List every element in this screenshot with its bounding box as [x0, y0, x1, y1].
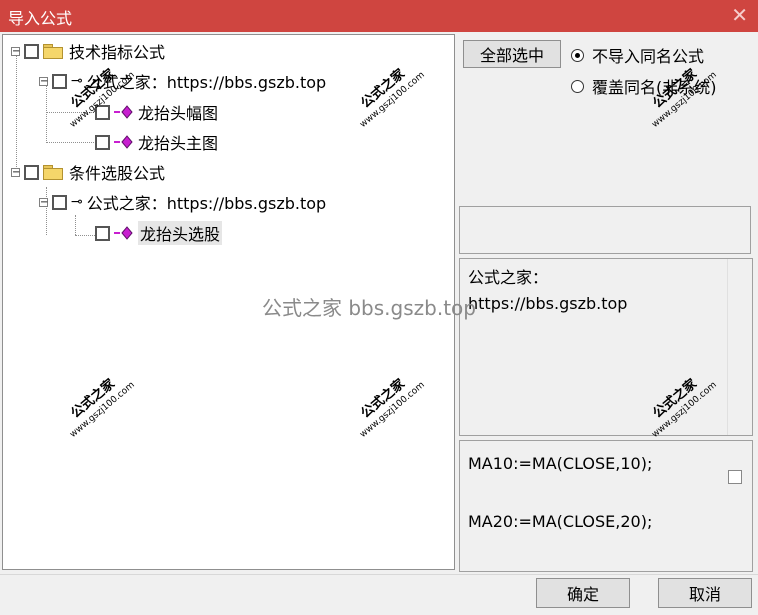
divider	[0, 574, 758, 575]
tree-connector	[46, 142, 94, 143]
tree-node-formula[interactable]: 龙抬头幅图	[95, 98, 218, 126]
collapse-icon[interactable]: −	[39, 76, 48, 86]
tree-checkbox[interactable]	[95, 225, 110, 241]
formula-icon	[114, 104, 134, 120]
folder-icon	[43, 44, 63, 59]
radio-label: 不导入同名公式	[592, 47, 705, 66]
select-all-button[interactable]: 全部选中	[463, 40, 561, 68]
collapse-icon[interactable]: −	[11, 167, 20, 177]
tree-node-formula[interactable]: 龙抬头主图	[95, 128, 218, 156]
tree-checkbox[interactable]	[24, 43, 39, 59]
tree-node-label: 条件选股公式	[69, 164, 166, 183]
collapse-icon[interactable]: −	[11, 46, 20, 56]
radio-button[interactable]	[571, 79, 584, 93]
watermark-center: 公式之家 bbs.gszb.top	[262, 296, 476, 320]
tree-node-folder[interactable]: − 技术指标公式	[11, 37, 165, 65]
tree-checkbox[interactable]	[52, 194, 67, 210]
tree-checkbox[interactable]	[52, 73, 67, 89]
formula-icon	[114, 225, 134, 241]
info-line: 公式之家：	[468, 268, 549, 287]
tree-node-label: 龙抬头幅图	[138, 104, 219, 123]
tree-node-formula[interactable]: 龙抬头选股	[95, 219, 223, 247]
cancel-button[interactable]: 取消	[658, 578, 752, 608]
close-icon[interactable]: ✕	[731, 3, 748, 27]
radio-no-import-same[interactable]: 不导入同名公式	[571, 43, 704, 67]
info-panel: 公式之家： https://bbs.gszb.top	[459, 258, 753, 436]
code-checkbox[interactable]	[728, 470, 742, 484]
code-line: MA10:=MA(CLOSE,10);	[468, 454, 653, 473]
collapse-icon[interactable]: −	[39, 197, 48, 207]
window-title: 导入公式	[8, 9, 73, 28]
tree-checkbox[interactable]	[24, 164, 39, 180]
info-scrollbar[interactable]	[727, 259, 752, 435]
tree-node-label: 龙抬头选股	[138, 221, 223, 245]
title-bar: 导入公式 ✕	[0, 0, 758, 32]
description-box	[459, 206, 751, 254]
tree-connector	[75, 215, 76, 235]
tree-node-source[interactable]: − ⊸ 公式之家：https://bbs.gszb.top	[39, 188, 326, 216]
key-icon: ⊸	[71, 73, 83, 89]
tree-node-folder[interactable]: − 条件选股公式	[11, 158, 165, 186]
ok-button[interactable]: 确定	[536, 578, 630, 608]
radio-button[interactable]	[571, 48, 584, 62]
formula-icon	[114, 134, 134, 150]
tree-node-label: 龙抬头主图	[138, 134, 219, 153]
folder-icon	[43, 165, 63, 180]
tree-checkbox[interactable]	[95, 134, 110, 150]
tree-connector	[75, 235, 95, 236]
tree-connector	[16, 51, 17, 171]
info-line: https://bbs.gszb.top	[468, 294, 628, 313]
key-icon: ⊸	[71, 194, 83, 210]
code-line: MA20:=MA(CLOSE,20);	[468, 512, 653, 531]
formula-code-panel: MA10:=MA(CLOSE,10); MA20:=MA(CLOSE,20);	[459, 440, 753, 572]
tree-node-label: 公式之家：https://bbs.gszb.top	[86, 194, 327, 213]
